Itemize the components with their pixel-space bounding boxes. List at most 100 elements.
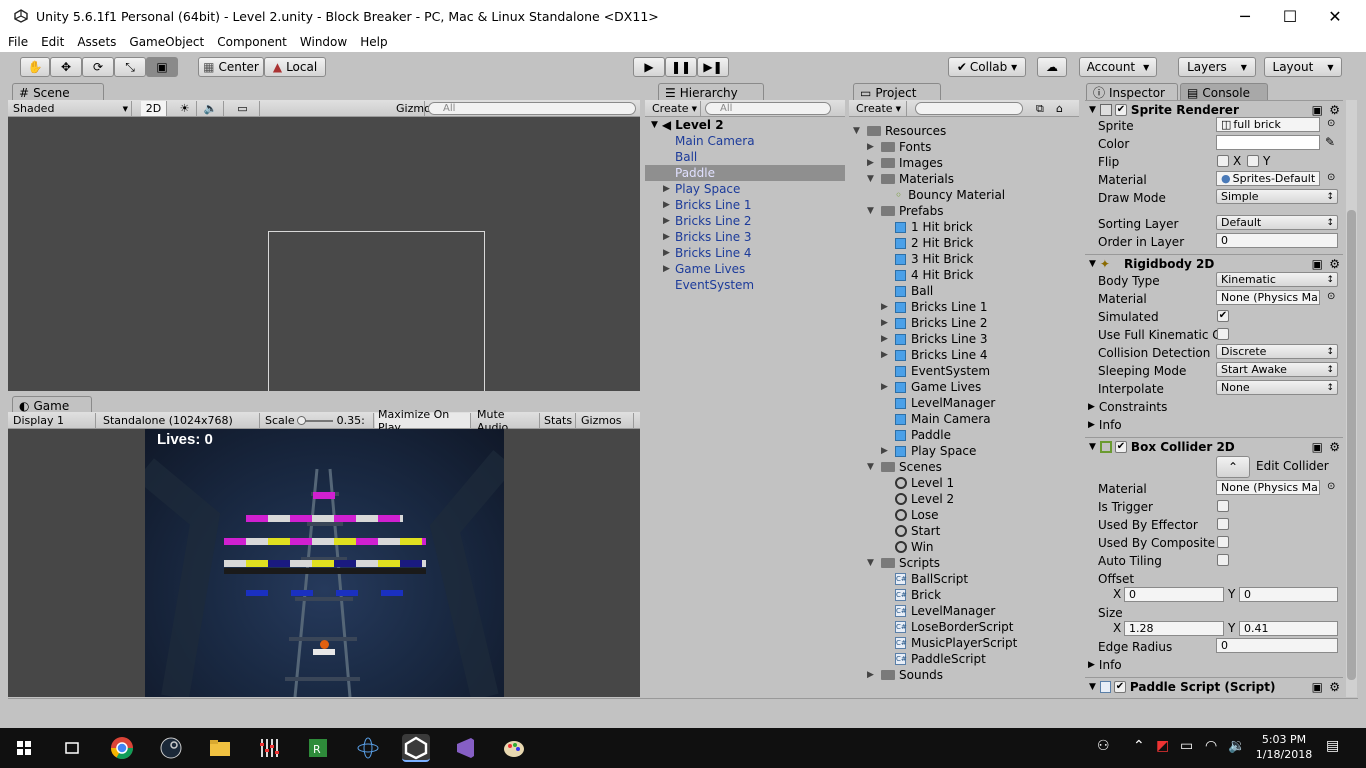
battery-icon[interactable]: ▭ [1180,738,1193,754]
sprite-renderer-enabled-checkbox[interactable]: ✔ [1114,103,1127,116]
gear-icon[interactable]: ⚙ [1329,103,1340,117]
lighting-toggle[interactable]: ☀ [173,101,197,116]
project-item[interactable]: C# LoseBorderScript [881,619,1014,635]
project-item[interactable]: LevelManager [881,395,995,411]
is-trigger-checkbox[interactable] [1217,500,1229,512]
chevron-right-icon[interactable]: ▶ [663,200,670,210]
tab-inspector[interactable]: ⓘ Inspector [1086,83,1178,101]
hierarchy-item[interactable]: ▶ Bricks Line 2 [645,213,845,229]
hierarchy-create-dropdown[interactable]: Create ▼ [649,101,701,116]
project-item[interactable]: ◦ Bouncy Material [881,187,1005,203]
chevron-right-icon[interactable]: ▶ [663,232,670,242]
stats-toggle[interactable]: Stats [541,413,576,428]
hierarchy-item[interactable]: ▶ Bricks Line 1 [645,197,845,213]
paint-taskbar-button[interactable] [500,734,528,762]
layers-dropdown[interactable]: Layers ▼ [1178,57,1256,77]
project-item[interactable]: C# BallScript [881,571,968,587]
paddle-script-enabled-checkbox[interactable]: ✔ [1113,680,1126,693]
start-button[interactable] [10,734,38,762]
chevron-right-icon[interactable]: ▶ [881,302,895,312]
people-icon[interactable]: ⚇ [1097,738,1110,754]
hierarchy-item[interactable]: ▶ Game Lives [645,261,845,277]
slider-track[interactable] [296,415,333,425]
flip-x-checkbox[interactable] [1217,155,1229,167]
maximize-button[interactable]: ☐ [1267,0,1313,32]
project-item[interactable]: ▼ Prefabs [867,203,944,219]
size-y-field[interactable]: 0.41 [1239,621,1338,636]
gear-icon[interactable]: ⚙ [1329,257,1340,271]
menu-component[interactable]: Component [217,35,287,49]
project-item[interactable]: Win [881,539,934,555]
account-dropdown[interactable]: Account ▼ [1079,57,1157,77]
task-view-button[interactable] [58,734,86,762]
project-item[interactable]: ▶ Play Space [881,443,976,459]
tab-scene[interactable]: # Scene [12,83,104,101]
scale-tool-button[interactable]: ⤡ [114,57,146,77]
project-item[interactable]: C# PaddleScript [881,651,986,667]
unity-taskbar-button[interactable] [402,734,430,762]
inspector-scrollbar[interactable] [1346,100,1357,697]
rb-material-field[interactable]: None (Physics Ma [1216,290,1320,305]
chevron-right-icon[interactable]: ▶ [881,446,895,456]
menu-gameobject[interactable]: GameObject [129,35,204,49]
flip-y-checkbox[interactable] [1247,155,1259,167]
project-item[interactable]: Paddle [881,427,951,443]
bc-info-foldout[interactable]: ▶ Info [1088,656,1122,673]
project-item[interactable]: ▶ Bricks Line 2 [881,315,988,331]
rigidbody-header[interactable]: ▼ ✦ Rigidbody 2D ▣ ⚙ [1085,254,1343,272]
used-by-composite-checkbox[interactable] [1217,536,1229,548]
pause-button[interactable]: ❚❚ [665,57,697,77]
hierarchy-item[interactable]: ▶ Bricks Line 3 [645,229,845,245]
rect-tool-button[interactable]: ▣ [146,57,178,77]
chevron-right-icon[interactable]: ▶ [867,670,881,680]
material-field[interactable]: ● Sprites-Default [1216,171,1320,186]
hierarchy-item[interactable]: ▶ Bricks Line 4 [645,245,845,261]
hierarchy-item[interactable]: Paddle [645,165,845,181]
visual-studio-taskbar-button[interactable] [451,734,479,762]
scene-gizmos-dropdown[interactable]: Gizmos [393,101,437,116]
filter-label-button[interactable]: ⌂ [1053,101,1073,116]
chevron-right-icon[interactable]: ▶ [867,142,881,152]
chevron-right-icon[interactable]: ▶ [881,318,895,328]
project-item[interactable]: EventSystem [881,363,990,379]
body-type-dropdown[interactable]: Kinematic [1216,272,1338,287]
gear-icon[interactable]: ⚙ [1329,440,1340,454]
help-icon[interactable]: ▣ [1312,440,1323,454]
project-item[interactable]: Level 1 [881,475,954,491]
resolution-dropdown[interactable]: Standalone (1024x768) [100,413,260,428]
file-explorer-taskbar-button[interactable] [206,734,234,762]
game-gizmos-dropdown[interactable]: Gizmos [578,413,634,428]
scene-root-row[interactable]: ▼ ◀ Level 2 [651,117,845,133]
project-item[interactable]: Lose [881,507,938,523]
hand-tool-button[interactable]: ✋ [20,57,50,77]
scale-slider[interactable]: Scale 0.35: [262,413,374,428]
project-item[interactable]: 3 Hit Brick [881,251,973,267]
hierarchy-item[interactable]: ▶ Play Space [645,181,845,197]
project-item[interactable]: ▼ Materials [867,171,954,187]
cloud-button[interactable]: ☁ [1037,57,1067,77]
help-icon[interactable]: ▣ [1312,103,1323,117]
project-item[interactable]: ▶ Game Lives [881,379,981,395]
edit-collider-button[interactable]: ⌃ [1216,456,1250,478]
auto-tiling-checkbox[interactable] [1217,554,1229,566]
project-item[interactable]: Ball [881,283,933,299]
project-item[interactable]: ▼ Scripts [867,555,940,571]
chevron-right-icon[interactable]: ▶ [881,350,895,360]
project-item[interactable]: ▼ Resources [853,123,946,139]
slider-thumb[interactable] [296,415,306,425]
shading-dropdown[interactable]: Shaded ▼ [10,101,132,116]
menu-edit[interactable]: Edit [41,35,64,49]
app-taskbar-button[interactable]: R [304,734,332,762]
project-item[interactable]: Main Camera [881,411,991,427]
edge-radius-field[interactable]: 0 [1216,638,1338,653]
chevron-right-icon[interactable]: ▶ [663,216,670,226]
project-item[interactable]: C# LevelManager [881,603,995,619]
chevron-down-icon[interactable]: ▼ [867,462,881,472]
box-collider-enabled-checkbox[interactable]: ✔ [1114,440,1127,453]
space-local-button[interactable]: ▲ Local [264,57,326,77]
mute-audio-toggle[interactable]: Mute Audio [474,408,540,434]
mixer-taskbar-button[interactable] [255,734,283,762]
layout-dropdown[interactable]: Layout ▼ [1264,57,1342,77]
audio-toggle[interactable]: 🔈 [198,101,224,116]
help-icon[interactable]: ▣ [1312,257,1323,271]
